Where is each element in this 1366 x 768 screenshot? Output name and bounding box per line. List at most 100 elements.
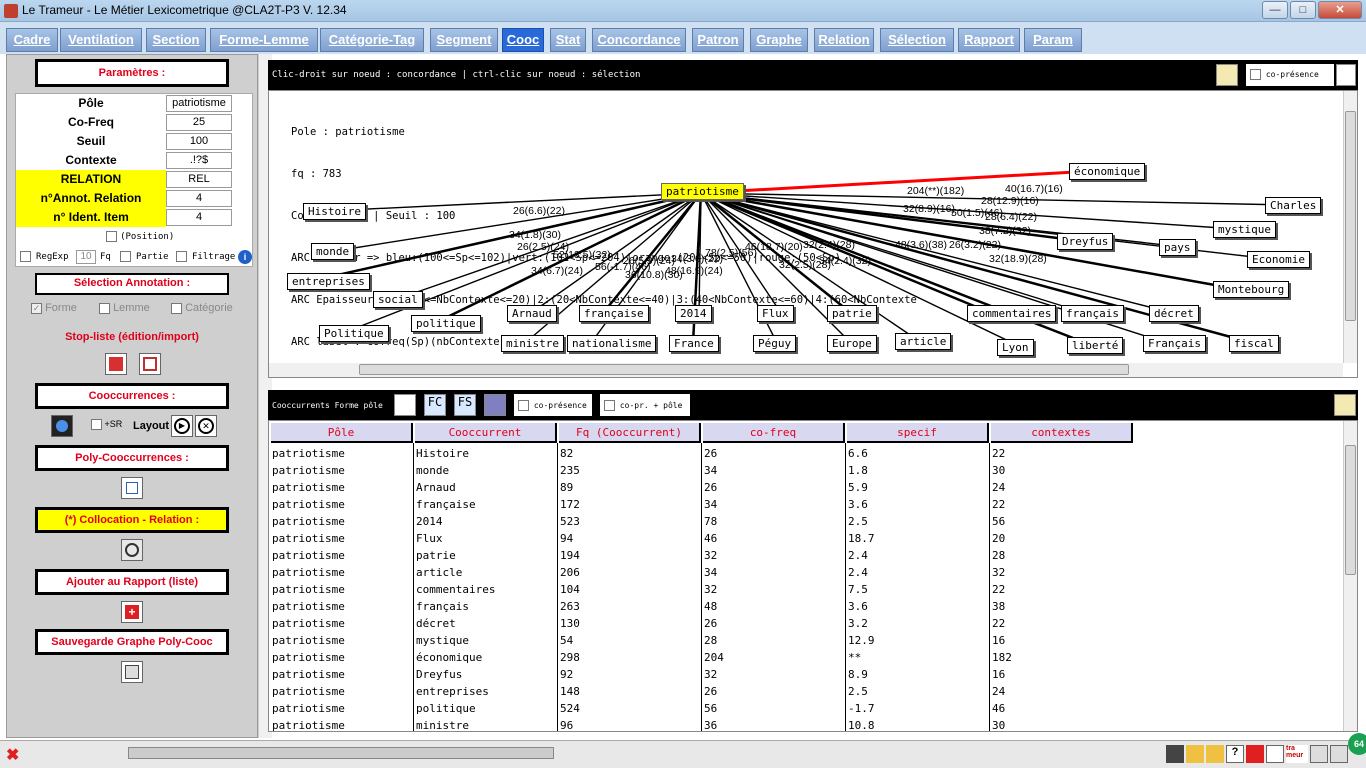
regexp-fq-input[interactable]: 10: [76, 250, 96, 264]
table-copresence-checkbox[interactable]: [518, 400, 529, 411]
graph-node[interactable]: social: [373, 291, 423, 308]
graph-node[interactable]: Lyon: [997, 339, 1034, 356]
tab-concordance[interactable]: Concordance: [592, 28, 686, 52]
graph-node[interactable]: français: [1061, 305, 1124, 322]
graph-node[interactable]: Politique: [319, 325, 389, 342]
relation-input[interactable]: REL: [166, 171, 232, 188]
graph-node[interactable]: ministre: [501, 335, 564, 352]
graph-node[interactable]: commentaires: [967, 305, 1057, 322]
graph-node[interactable]: décret: [1149, 305, 1199, 322]
chart-icon[interactable]: [394, 394, 416, 416]
tab-section[interactable]: Section: [146, 28, 206, 52]
column-header[interactable]: Cooccurrent: [415, 423, 557, 443]
graph-node[interactable]: liberté: [1067, 337, 1124, 354]
seuil-input[interactable]: 100: [166, 133, 232, 150]
tool-icon[interactable]: [1186, 745, 1204, 763]
forme-checkbox[interactable]: ✓: [31, 302, 42, 314]
error-icon[interactable]: ✖: [6, 745, 19, 765]
graph-node[interactable]: économique: [1069, 163, 1146, 180]
graph-node[interactable]: politique: [411, 315, 481, 332]
fs-icon[interactable]: FS: [454, 394, 476, 416]
graph-node[interactable]: Français: [1143, 335, 1206, 352]
partie-checkbox[interactable]: [120, 251, 131, 262]
graph-node[interactable]: Montebourg: [1213, 281, 1290, 298]
graph-node[interactable]: Arnaud: [507, 305, 557, 322]
grid-icon[interactable]: [1216, 64, 1238, 86]
graph-node-center[interactable]: patriotisme: [661, 183, 744, 200]
trameur-logo-icon[interactable]: tra meur: [1286, 745, 1308, 763]
tab-segment[interactable]: Segment: [430, 28, 498, 52]
position-checkbox[interactable]: [106, 230, 117, 242]
contexte-input[interactable]: .!?$: [166, 152, 232, 169]
graph-node[interactable]: Flux: [757, 305, 794, 322]
tab-relation[interactable]: Relation: [814, 28, 874, 52]
graph-hscroll[interactable]: [269, 363, 1343, 377]
graph-node[interactable]: Charles: [1265, 197, 1322, 214]
tab-patron[interactable]: Patron: [692, 28, 744, 52]
categorie-checkbox[interactable]: [171, 302, 182, 314]
graph-node[interactable]: Europe: [827, 335, 877, 352]
column-header[interactable]: contextes: [991, 423, 1133, 443]
annot-relation-input[interactable]: 4: [166, 190, 232, 207]
exit-icon[interactable]: [1310, 745, 1328, 763]
tab-cadre[interactable]: Cadre: [6, 28, 58, 52]
graph-node[interactable]: 2014: [675, 305, 712, 322]
graph-node[interactable]: patrie: [827, 305, 877, 322]
graph-node[interactable]: fiscal: [1229, 335, 1279, 352]
add-report-button[interactable]: +: [121, 601, 143, 623]
graph-node[interactable]: Economie: [1247, 251, 1310, 268]
graph-node[interactable]: Péguy: [753, 335, 797, 352]
tab-rapport[interactable]: Rapport: [958, 28, 1020, 52]
tab-cat-gorie-tag[interactable]: Catégorie-Tag: [320, 28, 424, 52]
graph-node[interactable]: monde: [311, 243, 355, 260]
graph-vscroll[interactable]: [1343, 91, 1357, 363]
graph-node[interactable]: Dreyfus: [1057, 233, 1114, 250]
graph-node[interactable]: article: [895, 333, 952, 350]
column-header[interactable]: Pôle: [271, 423, 413, 443]
graph-node[interactable]: Histoire: [303, 203, 366, 220]
stoplist-import-button[interactable]: [139, 353, 161, 375]
collocation-button[interactable]: [121, 539, 143, 561]
tab-param[interactable]: Param: [1024, 28, 1082, 52]
tab-ventilation[interactable]: Ventilation: [60, 28, 142, 52]
graph-node[interactable]: nationalisme: [567, 335, 657, 352]
close-button[interactable]: ✕: [1318, 1, 1362, 19]
maximize-button[interactable]: □: [1290, 1, 1316, 19]
graph-node[interactable]: France: [669, 335, 719, 352]
graph-node[interactable]: mystique: [1213, 221, 1276, 238]
tool-icon[interactable]: [1266, 745, 1284, 763]
save-graph-button[interactable]: [121, 661, 143, 683]
pole-input[interactable]: patriotisme: [166, 95, 232, 112]
help-icon[interactable]: ?: [1226, 745, 1244, 763]
copr-pole-checkbox[interactable]: [604, 400, 615, 411]
cofreq-input[interactable]: 25: [166, 114, 232, 131]
lemme-checkbox[interactable]: [99, 302, 110, 314]
graph-copresence-checkbox[interactable]: [1250, 69, 1261, 80]
cooc-run-button[interactable]: [51, 415, 73, 437]
layout-play-button[interactable]: ▶: [171, 415, 193, 437]
window-icon[interactable]: [1330, 745, 1348, 763]
layout-stop-button[interactable]: ✕: [195, 415, 217, 437]
minimize-button[interactable]: —: [1262, 1, 1288, 19]
polycooc-button[interactable]: [121, 477, 143, 499]
cooc-graph[interactable]: Pole : patriotisme fq : 783 Co-Freq : 25…: [268, 90, 1358, 378]
sr-checkbox[interactable]: [91, 419, 102, 431]
stoplist-edit-button[interactable]: [105, 353, 127, 375]
tab-s-lection[interactable]: Sélection: [880, 28, 954, 52]
regexp-checkbox[interactable]: [20, 250, 31, 262]
folder-icon[interactable]: [1334, 394, 1356, 416]
tab-forme-lemme[interactable]: Forme-Lemme: [210, 28, 318, 52]
tool-icon[interactable]: [1206, 745, 1224, 763]
column-header[interactable]: Fq (Cooccurrent): [559, 423, 701, 443]
graph-node[interactable]: française: [579, 305, 649, 322]
column-header[interactable]: specif: [847, 423, 989, 443]
table-icon[interactable]: [484, 394, 506, 416]
graph-node[interactable]: pays: [1159, 239, 1196, 256]
ident-item-input[interactable]: 4: [166, 209, 232, 226]
cooc-table[interactable]: Pôle Cooccurrent Fq (Cooccurrent) co-freq sp…: [268, 420, 1358, 732]
column-header[interactable]: co-freq: [703, 423, 845, 443]
tab-graphe[interactable]: Graphe: [750, 28, 808, 52]
table-vscroll[interactable]: [1343, 421, 1357, 731]
info-icon[interactable]: i: [238, 250, 252, 264]
position-option[interactable]: (Position): [106, 230, 174, 242]
